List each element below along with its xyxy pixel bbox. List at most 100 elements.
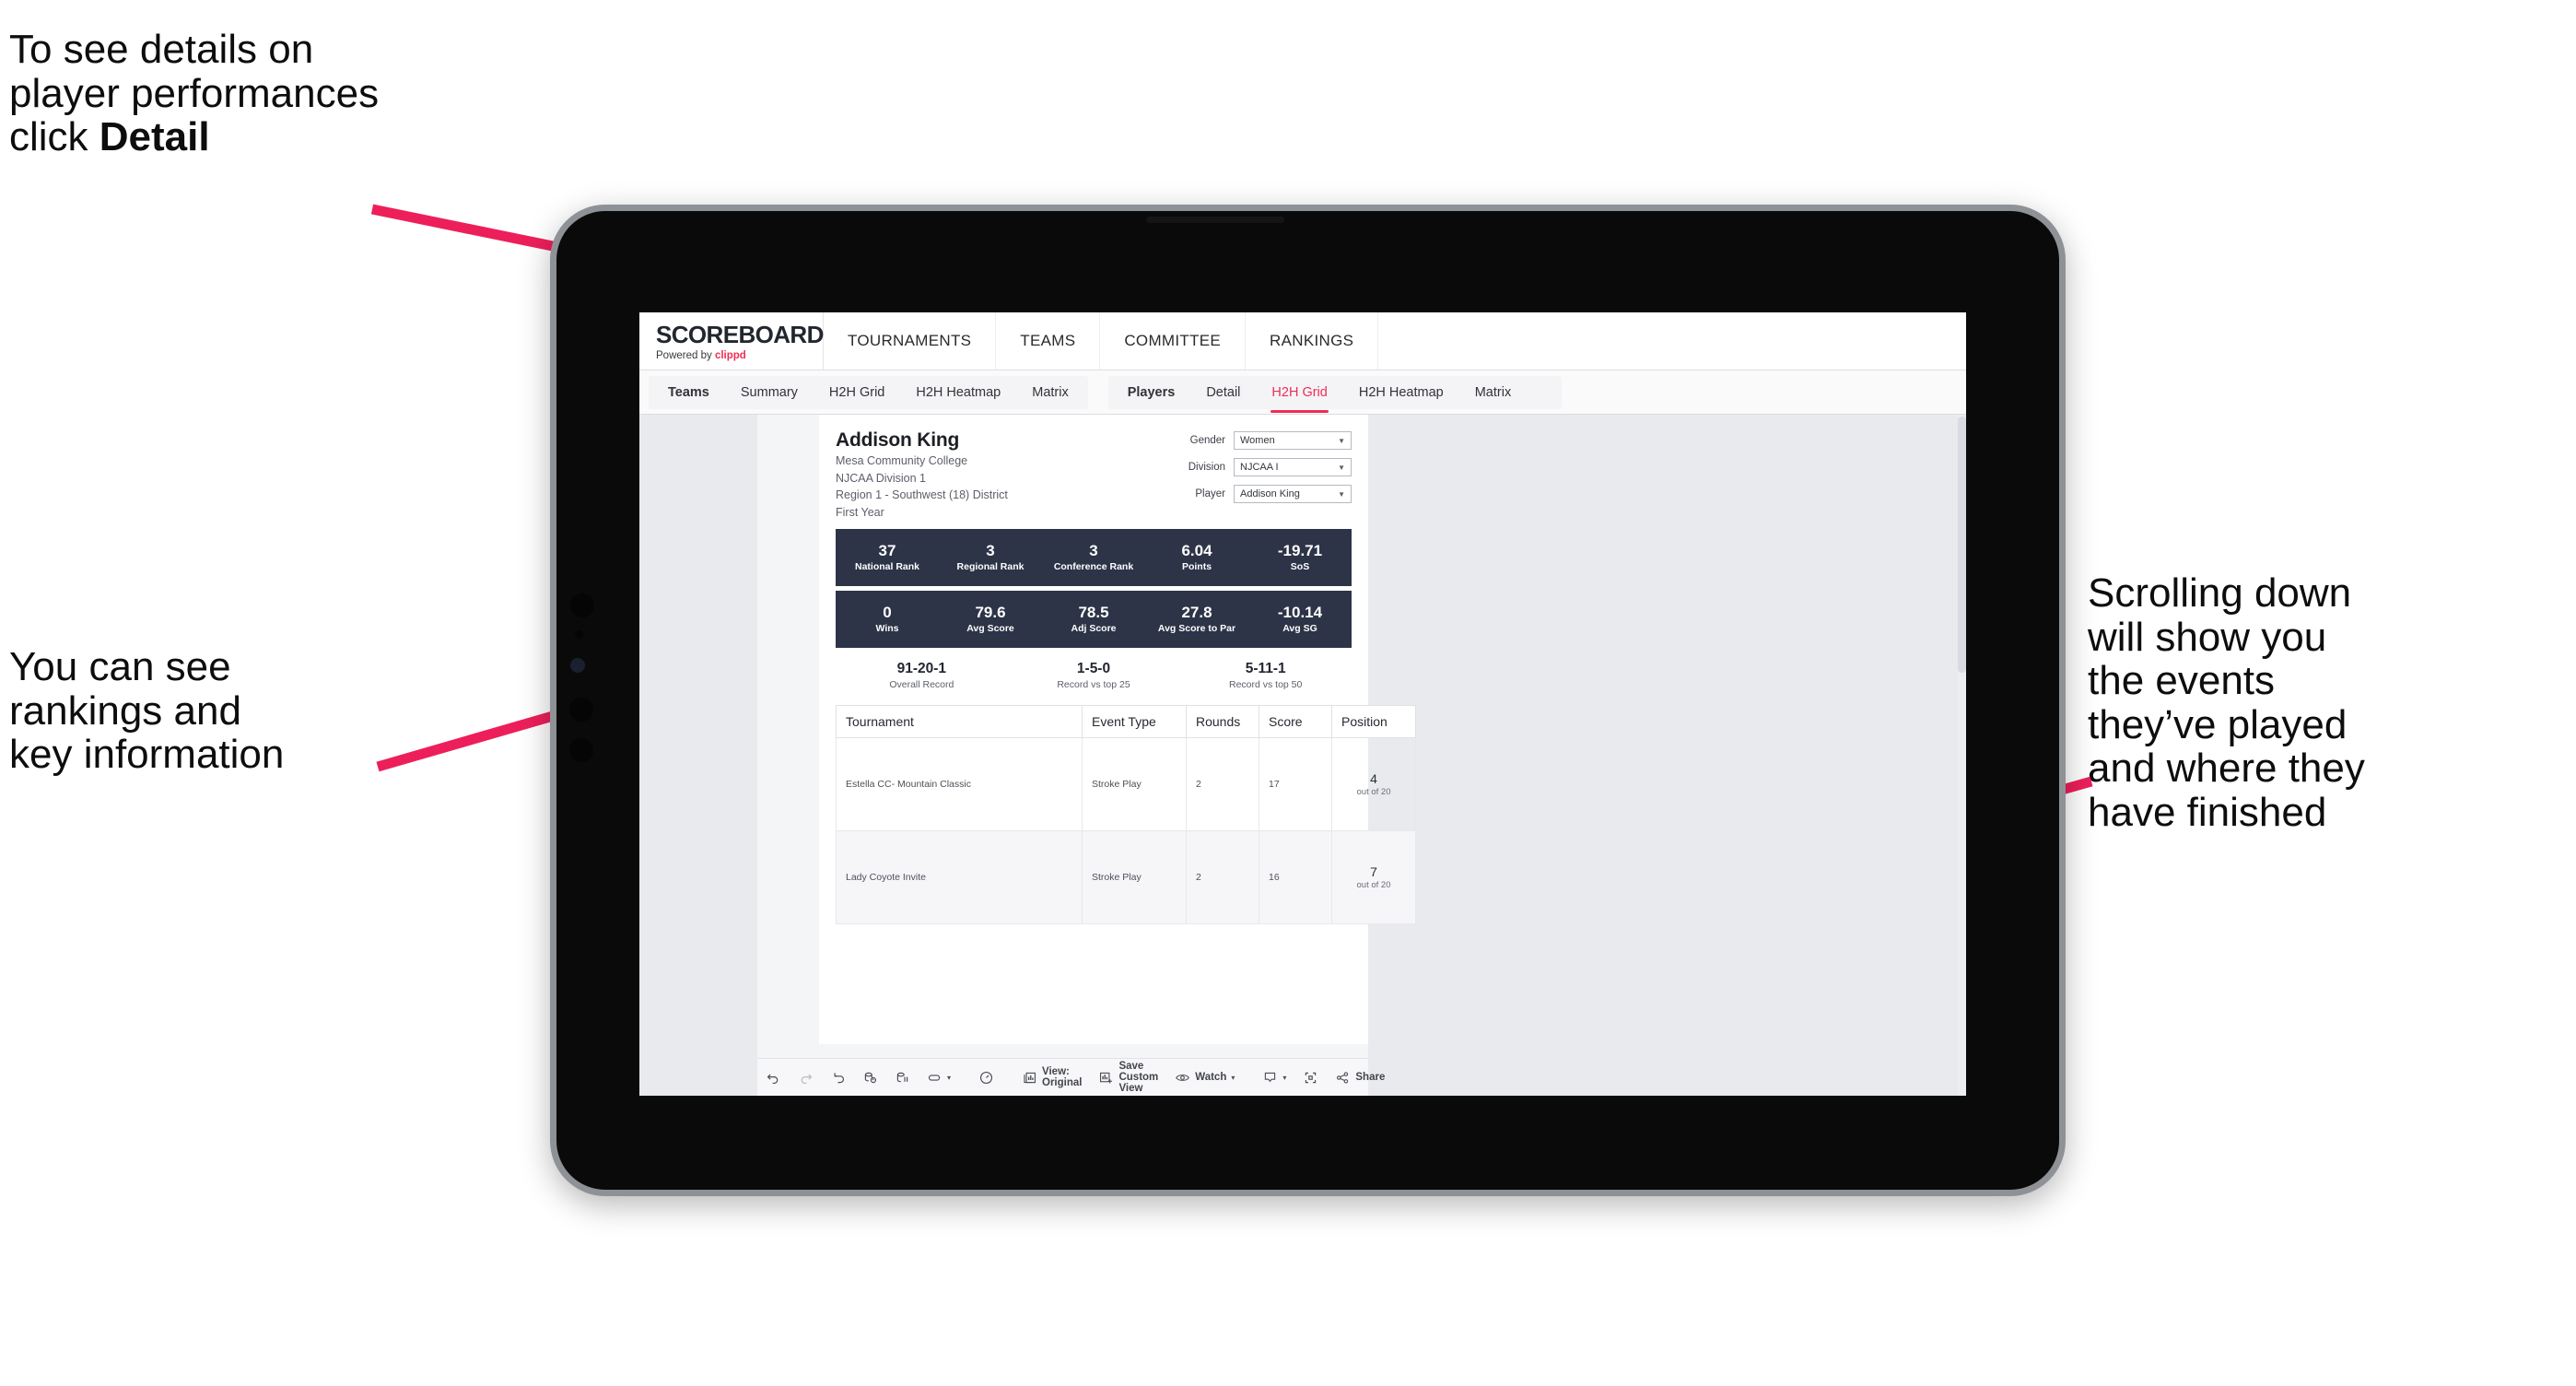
stat-value: 0	[883, 603, 892, 621]
stat-conference-rank: 3 Conference Rank	[1042, 542, 1145, 573]
callout-detail: To see details on player performances cl…	[9, 28, 599, 159]
stat-national-rank: 37 National Rank	[836, 542, 939, 573]
nav-rankings[interactable]: RANKINGS	[1246, 312, 1379, 370]
tab-group-label-teams: Teams	[668, 384, 709, 400]
redo-button[interactable]	[790, 1059, 822, 1096]
stat-value: 6.04	[1181, 541, 1212, 559]
pause-updates-dropdown[interactable]: ▾	[919, 1059, 959, 1096]
chevron-down-icon: ▾	[1282, 1073, 1287, 1082]
stat-value: -10.14	[1277, 603, 1323, 621]
top-navigation: TOURNAMENTS TEAMS COMMITTEE RANKINGS	[824, 312, 1379, 370]
view-original-button[interactable]: View: Original	[1013, 1059, 1090, 1096]
stat-label: SoS	[1290, 561, 1310, 573]
tab-teams-h2h-heatmap[interactable]: H2H Heatmap	[900, 376, 1016, 409]
tab-teams-matrix[interactable]: Matrix	[1016, 376, 1083, 409]
save-custom-view-button[interactable]: Save Custom View	[1090, 1059, 1166, 1096]
gauge-icon	[978, 1070, 994, 1086]
share-button[interactable]: Share	[1327, 1059, 1398, 1096]
stat-label: Conference Rank	[1053, 561, 1134, 573]
col-header-tournament[interactable]: Tournament	[836, 704, 1083, 738]
position-sublabel: out of 20	[1356, 786, 1391, 797]
watch-button[interactable]: Watch ▾	[1166, 1059, 1243, 1096]
fullscreen-button[interactable]	[1294, 1059, 1327, 1096]
vertical-scrollbar-thumb[interactable]	[1958, 417, 1966, 673]
table-row[interactable]: Lady Coyote Invite Stroke Play 2 16 7 ou…	[836, 829, 1416, 924]
record-label: Record vs top 25	[1057, 678, 1130, 690]
col-header-position[interactable]: Position	[1331, 704, 1416, 738]
filter-division: Division NJCAA I ▼	[1188, 458, 1352, 476]
brand-subtitle: Powered by clippd	[656, 350, 823, 361]
tab-players-h2h-heatmap[interactable]: Matrix	[1459, 376, 1527, 409]
view-original-label: View: Original	[1042, 1066, 1083, 1088]
filter-gender-select[interactable]: Women ▼	[1234, 431, 1352, 450]
teams-tab-group: Teams Summary H2H Grid H2H Heatmap Matri…	[649, 375, 1088, 409]
nav-committee[interactable]: COMMITTEE	[1100, 312, 1247, 370]
stat-value: 27.8	[1181, 603, 1212, 621]
tablet-button-dot	[569, 698, 593, 722]
player-year: First Year	[836, 505, 884, 519]
sub-tab-bar: Teams Summary H2H Grid H2H Heatmap Matri…	[639, 370, 1966, 415]
record-label: Overall Record	[889, 678, 954, 690]
stat-label: Regional Rank	[956, 561, 1025, 573]
brand-clippd-name: clippd	[714, 350, 746, 361]
cell-event-type: Stroke Play	[1082, 736, 1187, 831]
record-vs-top-25: 1-5-0 Record vs top 25	[1008, 661, 1180, 690]
table-row[interactable]: Estella CC- Mountain Classic Stroke Play…	[836, 736, 1416, 831]
cell-tournament: Lady Coyote Invite	[836, 829, 1083, 924]
sheet-header-row: Addison King Mesa Community College NJCA…	[836, 429, 1352, 521]
stat-label: Points	[1181, 561, 1212, 573]
stats-row-secondary: 0 Wins 79.6 Avg Score 78.5 Adj Score 27.…	[836, 590, 1352, 648]
report-canvas: Addison King Mesa Community College NJCA…	[757, 415, 1416, 1096]
nav-tournaments[interactable]: TOURNAMENTS	[824, 312, 997, 370]
tab-players-detail[interactable]: H2H Grid	[1256, 376, 1342, 413]
stat-avg-score: 79.6 Avg Score	[939, 604, 1042, 635]
cell-rounds: 2	[1186, 736, 1259, 831]
cell-tournament: Estella CC- Mountain Classic	[836, 736, 1083, 831]
view-stack-icon	[1022, 1070, 1037, 1086]
stat-value: 3	[986, 541, 995, 559]
player-school: Mesa Community College	[836, 454, 968, 467]
tab-teams-h2h-grid[interactable]: H2H Grid	[814, 376, 900, 409]
tab-players-h2h-grid[interactable]: H2H Heatmap	[1343, 376, 1459, 409]
tab-players-matrix[interactable]	[1527, 376, 1558, 409]
player-region: Region 1 - Southwest (18) District	[836, 488, 1008, 502]
players-tab-group: Players Detail H2H Grid H2H Heatmap Matr…	[1107, 375, 1563, 413]
player-name: Addison King	[836, 429, 960, 451]
record-value: 5-11-1	[1245, 660, 1286, 676]
revert-icon	[830, 1070, 846, 1086]
pause-data-button[interactable]	[886, 1059, 919, 1096]
record-value: 91-20-1	[896, 660, 947, 676]
stat-avg-sg: -10.14 Avg SG	[1248, 604, 1352, 635]
callout-detail-bold: Detail	[99, 114, 210, 160]
tab-teams-summary[interactable]: Summary	[725, 376, 814, 409]
vertical-scrollbar-track[interactable]	[1958, 415, 1966, 1096]
col-header-score[interactable]: Score	[1259, 704, 1332, 738]
tab-players-summary[interactable]: Detail	[1190, 376, 1256, 409]
download-button[interactable]: ▾	[1254, 1059, 1294, 1096]
col-header-event-type[interactable]: Event Type	[1082, 704, 1187, 738]
tablet-sensor-dot	[575, 630, 583, 639]
brand-logo[interactable]: SCOREBOARD Powered by clippd	[639, 312, 824, 370]
nav-teams[interactable]: TEAMS	[996, 312, 1101, 370]
cell-position: 4 out of 20	[1331, 736, 1416, 831]
filter-gender-label: Gender	[1189, 435, 1225, 446]
app-screen: SCOREBOARD Powered by clippd TOURNAMENTS…	[639, 312, 1966, 1096]
revert-button[interactable]	[822, 1059, 854, 1096]
callout-scrolling: Scrolling down will show you the events …	[2088, 570, 2365, 835]
position-value: 4	[1370, 770, 1377, 786]
events-table-body: Estella CC- Mountain Classic Stroke Play…	[836, 736, 1416, 924]
app-top-bar: SCOREBOARD Powered by clippd TOURNAMENTS…	[639, 312, 1966, 370]
col-header-rounds[interactable]: Rounds	[1186, 704, 1259, 738]
filter-player-select[interactable]: Addison King ▼	[1234, 485, 1352, 503]
record-overall: 91-20-1 Overall Record	[836, 661, 1008, 690]
position-value: 7	[1370, 863, 1377, 879]
refresh-data-button[interactable]	[854, 1059, 886, 1096]
brand-powered-prefix: Powered by	[656, 350, 715, 361]
filter-division-select[interactable]: NJCAA I ▼	[1234, 458, 1352, 476]
chevron-down-icon: ▾	[1231, 1073, 1235, 1082]
loop-icon	[927, 1070, 943, 1086]
filter-player-label: Player	[1195, 488, 1225, 499]
undo-button[interactable]	[757, 1059, 790, 1096]
stat-adj-score: 78.5 Adj Score	[1042, 604, 1145, 635]
performance-button[interactable]	[970, 1059, 1002, 1096]
